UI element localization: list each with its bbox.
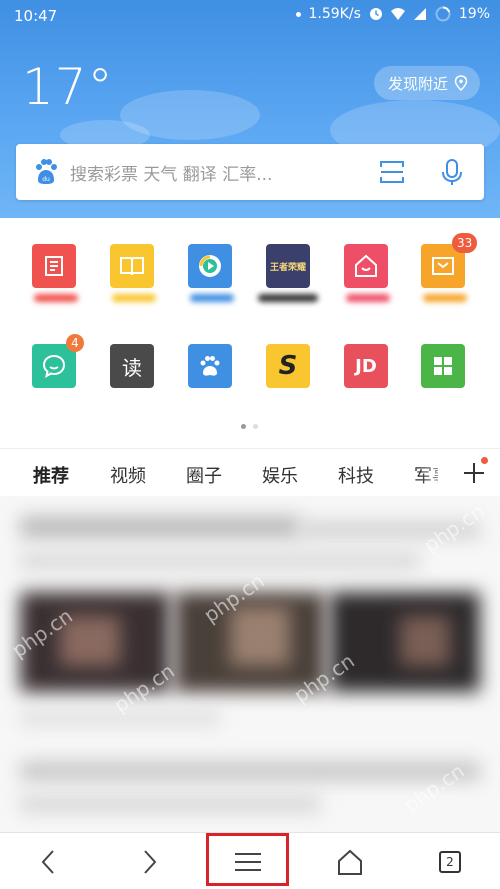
home-chat-icon (355, 254, 377, 277)
mail-icon (432, 257, 454, 275)
game-app-button[interactable]: 王者荣耀 (266, 244, 310, 288)
reader-app-button[interactable]: 读 (110, 344, 154, 388)
chevron-left-icon (41, 849, 54, 874)
blurred-image (230, 606, 290, 666)
blurred-app-label (346, 294, 390, 302)
chat-bubble-icon (42, 354, 66, 378)
home-button[interactable] (320, 833, 380, 889)
tab-recommend[interactable]: 推荐 (33, 462, 69, 488)
network-speed: 1.59K/s (308, 6, 361, 22)
video-app-button[interactable] (188, 244, 232, 288)
svg-text:du: du (42, 176, 50, 183)
battery-level: 19% (458, 6, 490, 22)
location-pin-icon (454, 75, 468, 91)
baidu-paw-icon (200, 356, 220, 376)
blurred-text (20, 796, 320, 812)
blurred-text (20, 554, 420, 568)
tab-count: 2 (439, 850, 461, 873)
menu-highlight-box (206, 833, 289, 886)
blurred-image (400, 616, 450, 666)
search-input[interactable]: 搜索彩票 天气 翻译 汇率... (70, 160, 378, 185)
tab-video[interactable]: 视频 (110, 462, 146, 488)
notes-icon (45, 256, 63, 276)
weather-header: 10:47 1.59K/s 19% 17° 发现附近 du 搜索彩票 天气 翻译… (0, 0, 500, 218)
battery-ring-icon (435, 6, 451, 22)
blurred-headline (20, 516, 300, 538)
jd-app-button[interactable]: JD (344, 344, 388, 388)
tab-fade (420, 449, 456, 497)
forward-button[interactable] (120, 833, 180, 889)
search-bar[interactable]: du 搜索彩票 天气 翻译 汇率... (16, 144, 484, 200)
blurred-app-label (34, 294, 78, 302)
tab-entertainment[interactable]: 娱乐 (262, 462, 298, 488)
news-feed[interactable]: php.cn php.cn php.cn php.cn php.cn php.c… (0, 496, 500, 832)
notification-dot-icon (295, 11, 301, 17)
chevron-right-icon (144, 849, 157, 874)
clock-icon (369, 8, 382, 20)
blurred-app-label (423, 294, 467, 302)
blurred-headline (20, 761, 480, 781)
blurred-app-label (190, 294, 234, 302)
wifi-icon (390, 8, 405, 20)
status-time: 10:47 (14, 7, 58, 25)
video-player-icon (199, 255, 221, 277)
home-icon (338, 849, 362, 875)
blurred-app-label (258, 294, 318, 302)
category-tabs: 推荐 视频 圈子 娱乐 科技 军事 (0, 448, 500, 497)
more-apps-button[interactable] (421, 344, 465, 388)
page-indicator (253, 424, 258, 429)
tabs-button[interactable]: 2 (420, 833, 480, 889)
notification-badge: 33 (452, 233, 478, 253)
notes-app-button[interactable] (32, 244, 76, 288)
game-king-glory-icon: 王者荣耀 (269, 262, 306, 273)
baidu-app-button[interactable] (188, 344, 232, 388)
jd-icon: JD (355, 355, 377, 377)
reader-icon: 读 (122, 355, 142, 380)
scan-icon[interactable] (378, 158, 406, 186)
signal-icon (413, 8, 426, 20)
grid-apps-icon (434, 357, 452, 375)
sohu-s-icon: S (278, 351, 298, 381)
blurred-app-label (112, 294, 156, 302)
home-app-button[interactable] (344, 244, 388, 288)
page-indicator-active (241, 424, 246, 429)
sohu-app-button[interactable]: S (266, 344, 310, 388)
temperature[interactable]: 17° (22, 58, 114, 116)
new-indicator-dot (481, 457, 488, 464)
baidu-paw-icon: du (36, 159, 57, 184)
notification-badge: 4 (66, 334, 84, 352)
tab-circle[interactable]: 圈子 (186, 462, 222, 488)
book-app-button[interactable] (110, 244, 154, 288)
tab-tech[interactable]: 科技 (338, 462, 374, 488)
status-bar: 10:47 1.59K/s 19% (0, 0, 500, 30)
microphone-icon[interactable] (438, 158, 466, 186)
discover-nearby-label: 发现附近 (387, 74, 448, 93)
discover-nearby-button[interactable]: 发现附近 (373, 66, 480, 100)
app-shortcut-grid: 王者荣耀 33 4 读 S JD (0, 218, 500, 448)
back-button[interactable] (18, 833, 78, 889)
book-icon (120, 257, 144, 276)
status-indicators: 1.59K/s 19% (295, 6, 490, 22)
